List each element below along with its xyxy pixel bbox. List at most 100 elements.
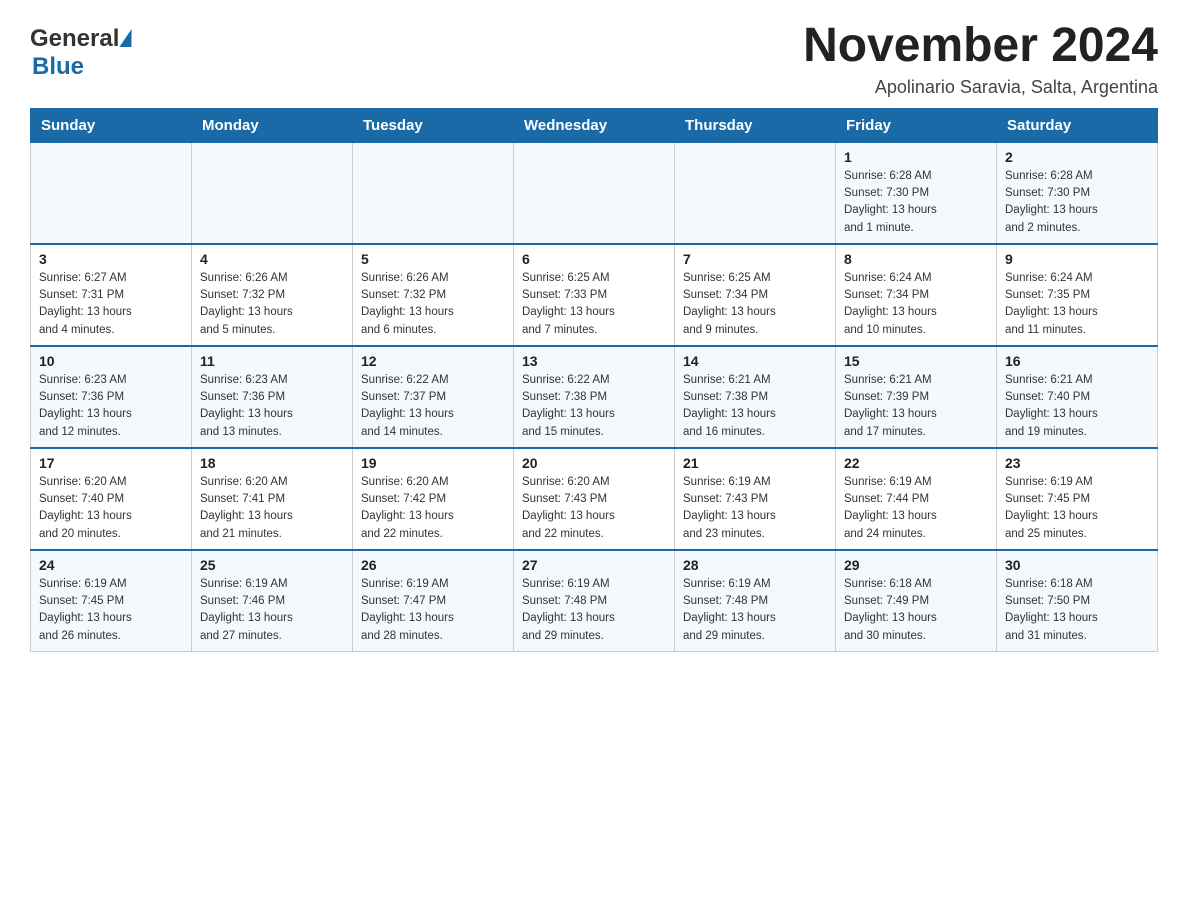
weekday-header-monday: Monday bbox=[192, 108, 353, 142]
calendar-day-cell: 21Sunrise: 6:19 AMSunset: 7:43 PMDayligh… bbox=[675, 448, 836, 550]
calendar-day-cell: 17 Sunrise: 6:20 AMSunset: 7:40 PMDayligh… bbox=[31, 448, 192, 550]
day-number: 16 bbox=[1005, 353, 1149, 369]
weekday-header-thursday: Thursday bbox=[675, 108, 836, 142]
calendar-day-cell: 23 Sunrise: 6:19 AMSunset: 7:45 PMDayligh… bbox=[997, 448, 1158, 550]
day-number: 18 bbox=[200, 455, 344, 471]
calendar-day-cell bbox=[192, 142, 353, 244]
day-info: Sunrise: 6:26 AMSunset: 7:32 PMDaylight:… bbox=[361, 270, 505, 339]
calendar-day-cell: 4 Sunrise: 6:26 AMSunset: 7:32 PMDaylight… bbox=[192, 244, 353, 346]
day-number: 12 bbox=[361, 353, 505, 369]
day-info: Sunrise: 6:23 AMSunset: 7:36 PMDaylight:… bbox=[200, 372, 344, 441]
day-number: 10 bbox=[39, 353, 183, 369]
day-number: 19 bbox=[361, 455, 505, 471]
calendar-day-cell: 18 Sunrise: 6:20 AMSunset: 7:41 PMDayligh… bbox=[192, 448, 353, 550]
day-number: 7 bbox=[683, 251, 827, 267]
calendar-day-cell: 30Sunrise: 6:18 AMSunset: 7:50 PMDayligh… bbox=[997, 550, 1158, 652]
logo-text-blue: Blue bbox=[32, 53, 84, 80]
day-info: Sunrise: 6:21 AMSunset: 7:40 PMDaylight:… bbox=[1005, 372, 1149, 441]
page-header: General Blue November 2024 Apolinario Sa… bbox=[30, 20, 1158, 98]
day-number: 2 bbox=[1005, 149, 1149, 165]
calendar-day-cell: 5Sunrise: 6:26 AMSunset: 7:32 PMDaylight… bbox=[353, 244, 514, 346]
location-text: Apolinario Saravia, Salta, Argentina bbox=[803, 77, 1158, 98]
calendar-day-cell bbox=[675, 142, 836, 244]
day-info: Sunrise: 6:19 AMSunset: 7:46 PMDaylight:… bbox=[200, 576, 344, 645]
calendar-day-cell: 29 Sunrise: 6:18 AMSunset: 7:49 PMDayligh… bbox=[836, 550, 997, 652]
title-block: November 2024 Apolinario Saravia, Salta,… bbox=[803, 20, 1158, 98]
calendar-day-cell: 10Sunrise: 6:23 AMSunset: 7:36 PMDayligh… bbox=[31, 346, 192, 448]
day-info: Sunrise: 6:24 AMSunset: 7:34 PMDaylight:… bbox=[844, 270, 988, 339]
calendar-table: SundayMondayTuesdayWednesdayThursdayFrid… bbox=[30, 108, 1158, 652]
calendar-day-cell: 8 Sunrise: 6:24 AMSunset: 7:34 PMDaylight… bbox=[836, 244, 997, 346]
calendar-day-cell: 3 Sunrise: 6:27 AMSunset: 7:31 PMDaylight… bbox=[31, 244, 192, 346]
day-info: Sunrise: 6:19 AMSunset: 7:45 PMDaylight:… bbox=[1005, 474, 1149, 543]
day-number: 13 bbox=[522, 353, 666, 369]
day-info: Sunrise: 6:21 AMSunset: 7:39 PMDaylight:… bbox=[844, 372, 988, 441]
day-info: Sunrise: 6:22 AMSunset: 7:37 PMDaylight:… bbox=[361, 372, 505, 441]
weekday-header-wednesday: Wednesday bbox=[514, 108, 675, 142]
day-info: Sunrise: 6:18 AMSunset: 7:50 PMDaylight:… bbox=[1005, 576, 1149, 645]
day-info: Sunrise: 6:18 AMSunset: 7:49 PMDaylight:… bbox=[844, 576, 988, 645]
day-info: Sunrise: 6:26 AMSunset: 7:32 PMDaylight:… bbox=[200, 270, 344, 339]
day-info: Sunrise: 6:19 AMSunset: 7:45 PMDaylight:… bbox=[39, 576, 183, 645]
day-number: 1 bbox=[844, 149, 988, 165]
logo-text-general: General bbox=[30, 25, 119, 52]
calendar-week-row: 10 Sunrise: 6:23 AMSunset: 7:36 PMDayligh… bbox=[31, 346, 1158, 448]
day-info: Sunrise: 6:20 AMSunset: 7:42 PMDaylight:… bbox=[361, 474, 505, 543]
day-number: 9 bbox=[1005, 251, 1149, 267]
day-info: Sunrise: 6:19 AMSunset: 7:48 PMDaylight:… bbox=[522, 576, 666, 645]
calendar-day-cell bbox=[514, 142, 675, 244]
calendar-day-cell: 22 Sunrise: 6:19 AMSunset: 7:44 PMDayligh… bbox=[836, 448, 997, 550]
calendar-day-cell: 14 Sunrise: 6:21 AMSunset: 7:38 PMDayligh… bbox=[675, 346, 836, 448]
day-number: 23 bbox=[1005, 455, 1149, 471]
calendar-day-cell: 24 Sunrise: 6:19 AMSunset: 7:45 PMDayligh… bbox=[31, 550, 192, 652]
calendar-day-cell: 2Sunrise: 6:28 AMSunset: 7:30 PMDaylight… bbox=[997, 142, 1158, 244]
day-number: 29 bbox=[844, 557, 988, 573]
day-number: 6 bbox=[522, 251, 666, 267]
day-info: Sunrise: 6:19 AMSunset: 7:43 PMDaylight:… bbox=[683, 474, 827, 543]
day-info: Sunrise: 6:24 AMSunset: 7:35 PMDaylight:… bbox=[1005, 270, 1149, 339]
calendar-day-cell: 25Sunrise: 6:19 AMSunset: 7:46 PMDayligh… bbox=[192, 550, 353, 652]
day-number: 28 bbox=[683, 557, 827, 573]
day-number: 26 bbox=[361, 557, 505, 573]
day-info: Sunrise: 6:19 AMSunset: 7:44 PMDaylight:… bbox=[844, 474, 988, 543]
day-number: 4 bbox=[200, 251, 344, 267]
calendar-week-row: 24 Sunrise: 6:19 AMSunset: 7:45 PMDayligh… bbox=[31, 550, 1158, 652]
calendar-day-cell: 28 Sunrise: 6:19 AMSunset: 7:48 PMDayligh… bbox=[675, 550, 836, 652]
weekday-header-row: SundayMondayTuesdayWednesdayThursdayFrid… bbox=[31, 108, 1158, 142]
day-number: 24 bbox=[39, 557, 183, 573]
day-number: 20 bbox=[522, 455, 666, 471]
calendar-day-cell: 20Sunrise: 6:20 AMSunset: 7:43 PMDayligh… bbox=[514, 448, 675, 550]
calendar-day-cell: 26 Sunrise: 6:19 AMSunset: 7:47 PMDayligh… bbox=[353, 550, 514, 652]
calendar-day-cell: 1 Sunrise: 6:28 AMSunset: 7:30 PMDaylight… bbox=[836, 142, 997, 244]
day-info: Sunrise: 6:25 AMSunset: 7:34 PMDaylight:… bbox=[683, 270, 827, 339]
day-number: 8 bbox=[844, 251, 988, 267]
weekday-header-sunday: Sunday bbox=[31, 108, 192, 142]
calendar-day-cell: 11 Sunrise: 6:23 AMSunset: 7:36 PMDayligh… bbox=[192, 346, 353, 448]
day-number: 11 bbox=[200, 353, 344, 369]
day-number: 14 bbox=[683, 353, 827, 369]
logo-triangle-icon bbox=[120, 29, 135, 47]
weekday-header-friday: Friday bbox=[836, 108, 997, 142]
day-info: Sunrise: 6:20 AMSunset: 7:41 PMDaylight:… bbox=[200, 474, 344, 543]
calendar-week-row: 3 Sunrise: 6:27 AMSunset: 7:31 PMDaylight… bbox=[31, 244, 1158, 346]
day-info: Sunrise: 6:27 AMSunset: 7:31 PMDaylight:… bbox=[39, 270, 183, 339]
weekday-header-tuesday: Tuesday bbox=[353, 108, 514, 142]
logo: General Blue bbox=[30, 20, 135, 81]
calendar-week-row: 17 Sunrise: 6:20 AMSunset: 7:40 PMDayligh… bbox=[31, 448, 1158, 550]
calendar-day-cell: 13Sunrise: 6:22 AMSunset: 7:38 PMDayligh… bbox=[514, 346, 675, 448]
month-title: November 2024 bbox=[803, 20, 1158, 73]
calendar-day-cell: 16 Sunrise: 6:21 AMSunset: 7:40 PMDayligh… bbox=[997, 346, 1158, 448]
day-info: Sunrise: 6:19 AMSunset: 7:48 PMDaylight:… bbox=[683, 576, 827, 645]
day-info: Sunrise: 6:21 AMSunset: 7:38 PMDaylight:… bbox=[683, 372, 827, 441]
day-info: Sunrise: 6:20 AMSunset: 7:40 PMDaylight:… bbox=[39, 474, 183, 543]
calendar-day-cell bbox=[31, 142, 192, 244]
calendar-day-cell bbox=[353, 142, 514, 244]
day-info: Sunrise: 6:28 AMSunset: 7:30 PMDaylight:… bbox=[844, 168, 988, 237]
calendar-day-cell: 19 Sunrise: 6:20 AMSunset: 7:42 PMDayligh… bbox=[353, 448, 514, 550]
day-number: 17 bbox=[39, 455, 183, 471]
day-number: 27 bbox=[522, 557, 666, 573]
day-number: 22 bbox=[844, 455, 988, 471]
day-number: 3 bbox=[39, 251, 183, 267]
weekday-header-saturday: Saturday bbox=[997, 108, 1158, 142]
day-info: Sunrise: 6:19 AMSunset: 7:47 PMDaylight:… bbox=[361, 576, 505, 645]
